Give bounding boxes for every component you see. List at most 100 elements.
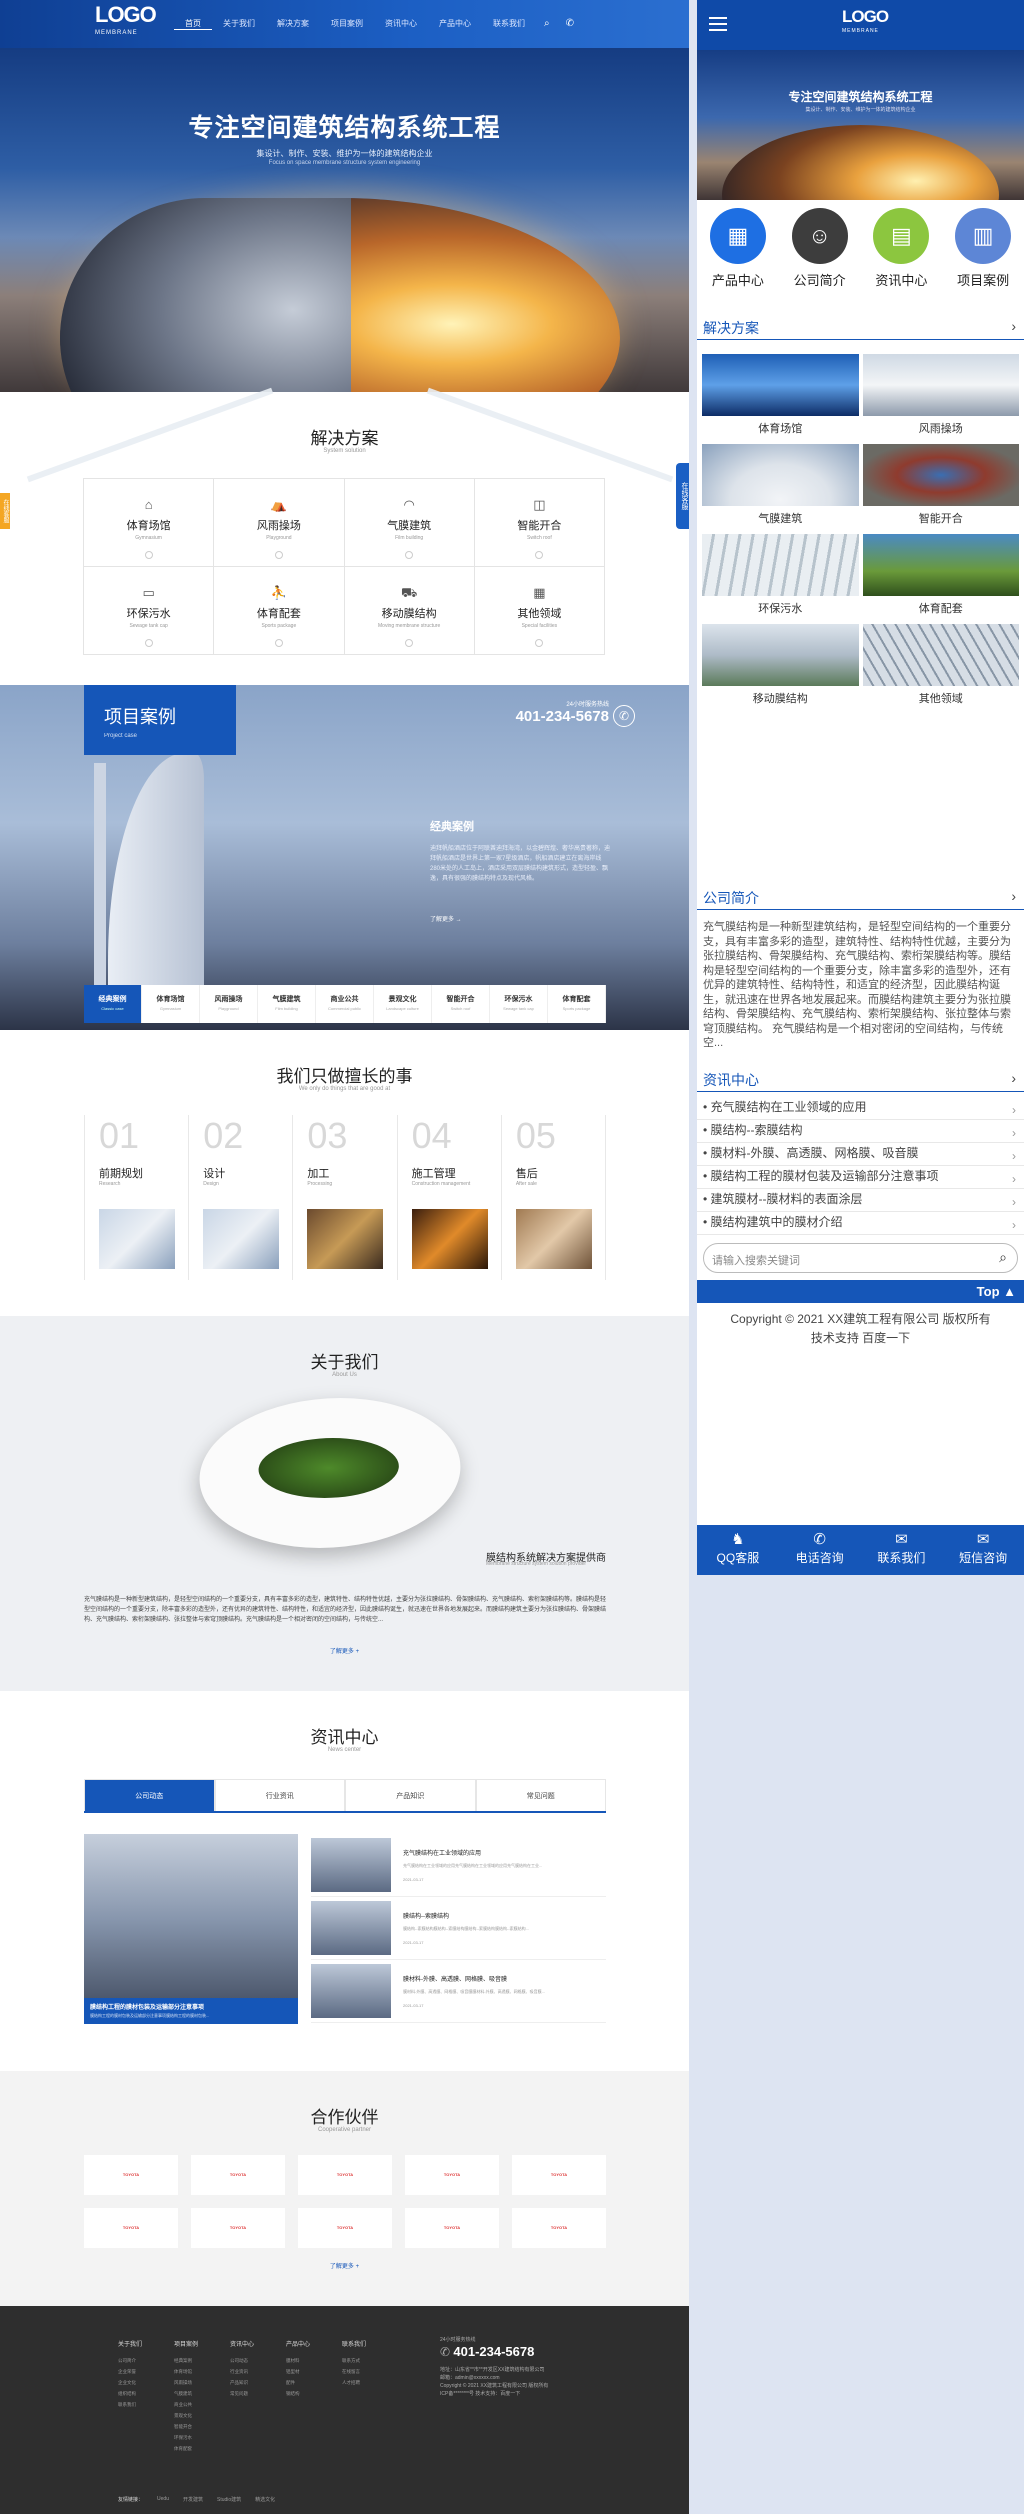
friend-link[interactable]: Studio建筑 — [217, 2496, 241, 2503]
back-to-top-button[interactable]: Top ▲ — [697, 1280, 1024, 1303]
footer-link[interactable]: 景观文化 — [174, 2413, 210, 2419]
footer-link[interactable]: 风雨操场 — [174, 2380, 210, 2386]
float-service-left[interactable]: 在线客服 — [0, 493, 10, 529]
logo[interactable]: LOGO MEMBRANE — [95, 4, 157, 42]
friend-link[interactable]: 开发建筑 — [183, 2496, 203, 2503]
quick-link[interactable]: ▦ 产品中心 — [709, 208, 766, 300]
more-link[interactable]: 了解更多 + — [0, 2261, 689, 2270]
news-tab[interactable]: 行业资讯 — [214, 1779, 345, 1811]
footer-link[interactable]: 铝型材 — [286, 2369, 322, 2375]
case-tab[interactable]: 智能开合 Switch roof — [432, 985, 490, 1023]
news-row[interactable]: 充气膜结构在工业领域的应用 充气膜结构在工业领域的应用充气膜结构在工业领域的应用充… — [311, 1834, 606, 1897]
case-tab[interactable]: 气膜建筑 Film building — [258, 985, 316, 1023]
partner-logo[interactable]: TOYOTA — [84, 2208, 178, 2248]
footer-link[interactable]: 体育配套 — [174, 2446, 210, 2452]
partner-logo[interactable]: TOYOTA — [405, 2155, 499, 2195]
case-tab[interactable]: 环保污水 Sewage tank cap — [490, 985, 548, 1023]
news-row[interactable]: • 充气膜结构在工业领域的应用 — [697, 1097, 1024, 1120]
quick-link[interactable]: ▥ 项目案例 — [955, 208, 1012, 300]
solution-card[interactable]: 气膜建筑 — [702, 444, 859, 526]
partner-logo[interactable]: TOYOTA — [512, 2155, 606, 2195]
nav-item-products[interactable]: 产品中心 — [428, 18, 482, 30]
footer-link[interactable]: 行业资讯 — [230, 2369, 266, 2375]
more-link[interactable]: 了解更多 + — [0, 1646, 689, 1655]
solution-card[interactable]: ▦ 其他领域 Special facilities — [474, 567, 605, 655]
footer-link[interactable]: 企业荣誉 — [118, 2369, 154, 2375]
bar-button-contact[interactable]: ✉ 联系我们 — [861, 1525, 943, 1575]
news-row[interactable]: • 膜结构--索膜结构 — [697, 1120, 1024, 1143]
case-tab[interactable]: 经典案例 Classic case — [84, 985, 142, 1023]
footer-link[interactable]: 企业文化 — [118, 2380, 154, 2386]
nav-item-contact[interactable]: 联系我们 — [482, 18, 536, 30]
mobile-section-head[interactable]: 解决方案 › — [697, 318, 1024, 340]
search-icon[interactable]: ⌕ — [999, 1249, 1007, 1266]
partner-logo[interactable]: TOYOTA — [191, 2155, 285, 2195]
solution-card[interactable]: ◠ 气膜建筑 Film building — [344, 479, 475, 567]
menu-icon[interactable] — [709, 17, 727, 31]
nav-item-home[interactable]: 首页 — [174, 18, 212, 30]
solution-card[interactable]: 风雨操场 — [862, 354, 1019, 436]
footer-link[interactable]: 联系方式 — [342, 2358, 378, 2364]
solution-card[interactable]: 体育场馆 — [702, 354, 859, 436]
bar-button-sms[interactable]: ✉ 短信咨询 — [942, 1525, 1024, 1575]
nav-item-news[interactable]: 资讯中心 — [374, 18, 428, 30]
news-row[interactable]: • 膜结构建筑中的膜材介绍 — [697, 1212, 1024, 1235]
case-tab[interactable]: 体育配套 Sports package — [548, 985, 606, 1023]
footer-link[interactable]: 经典案例 — [174, 2358, 210, 2364]
partner-logo[interactable]: TOYOTA — [512, 2208, 606, 2248]
bar-button-qq[interactable]: ♞ QQ客服 — [697, 1525, 779, 1575]
footer-link[interactable]: 在线留言 — [342, 2369, 378, 2375]
footer-link[interactable]: 环保污水 — [174, 2435, 210, 2441]
footer-link[interactable]: 体育场馆 — [174, 2369, 210, 2375]
partner-logo[interactable]: TOYOTA — [191, 2208, 285, 2248]
mobile-section-head[interactable]: 资讯中心 › — [697, 1070, 1024, 1092]
solution-card[interactable]: 体育配套 — [862, 534, 1019, 616]
footer-link[interactable]: 常见问题 — [230, 2391, 266, 2397]
footer-link[interactable]: 配件 — [286, 2380, 322, 2386]
solution-card[interactable]: 智能开合 — [862, 444, 1019, 526]
solution-card[interactable]: 环保污水 — [702, 534, 859, 616]
footer-link[interactable]: 联系我们 — [118, 2402, 154, 2408]
footer-link[interactable]: 钢结构 — [286, 2391, 322, 2397]
news-row[interactable]: 膜材料-外膜、高透膜、网格膜、吸音膜 膜材料-外膜、高透膜、网格膜、吸音膜膜材料-… — [311, 1960, 606, 2023]
footer-link[interactable]: 公司简介 — [118, 2358, 154, 2364]
news-tab[interactable]: 常见问题 — [475, 1779, 606, 1811]
solution-card[interactable]: ⛟ 移动膜结构 Moving membrane structure — [344, 567, 475, 655]
footer-link[interactable]: 智能开合 — [174, 2424, 210, 2430]
nav-item-about[interactable]: 关于我们 — [212, 18, 266, 30]
phone-icon[interactable]: ✆ — [566, 18, 574, 29]
logo[interactable]: LOGO MEMBRANE — [842, 8, 889, 38]
featured-news[interactable]: 膜结构工程的膜材包装及运输部分注意事项 膜结构工程的膜材包装及运输部分注意事项膜结… — [84, 1834, 298, 2024]
mobile-section-head[interactable]: 公司简介 › — [697, 888, 1024, 910]
news-tab[interactable]: 公司动态 — [84, 1779, 215, 1811]
solution-card[interactable]: 其他领域 — [862, 624, 1019, 706]
quick-link[interactable]: ▤ 资讯中心 — [873, 208, 930, 300]
friend-link[interactable]: Uedu — [157, 2496, 169, 2503]
solution-card[interactable]: ⛺ 风雨操场 Playground — [214, 479, 345, 567]
news-row[interactable]: • 膜材料-外膜、高透膜、网格膜、吸音膜 — [697, 1143, 1024, 1166]
search-icon[interactable]: ⌕ — [544, 18, 550, 29]
footer-link[interactable]: 人才招聘 — [342, 2380, 378, 2386]
case-tab[interactable]: 景观文化 Landscape culture — [374, 985, 432, 1023]
footer-link[interactable]: 膜材料 — [286, 2358, 322, 2364]
footer-link[interactable]: 产品知识 — [230, 2380, 266, 2386]
solution-card[interactable]: ⛹ 体育配套 Sports package — [214, 567, 345, 655]
case-tab[interactable]: 体育场馆 Gymnasium — [142, 985, 200, 1023]
footer-link[interactable]: 组织结构 — [118, 2391, 154, 2397]
nav-item-solutions[interactable]: 解决方案 — [266, 18, 320, 30]
footer-link[interactable]: 商业公共 — [174, 2402, 210, 2408]
partner-logo[interactable]: TOYOTA — [298, 2208, 392, 2248]
friend-link[interactable]: 精选文化 — [255, 2496, 275, 2503]
footer-link[interactable]: 气膜建筑 — [174, 2391, 210, 2397]
news-tab[interactable]: 产品知识 — [345, 1779, 476, 1811]
partner-logo[interactable]: TOYOTA — [298, 2155, 392, 2195]
solution-card[interactable]: ▭ 环保污水 Sewage tank cap — [84, 567, 215, 655]
solution-card[interactable]: 移动膜结构 — [702, 624, 859, 706]
solution-card[interactable]: ⌂ 体育场馆 Gymnasium — [84, 479, 215, 567]
case-tab[interactable]: 风雨操场 Playground — [200, 985, 258, 1023]
solution-card[interactable]: ◫ 智能开合 Switch roof — [474, 479, 605, 567]
footer-link[interactable]: 公司动态 — [230, 2358, 266, 2364]
float-service-right[interactable]: 在线客服 — [676, 463, 689, 529]
news-row[interactable]: 膜结构--索膜结构 膜结构--索膜结构膜结构--索膜结构膜结构--索膜结构膜结构-… — [311, 1897, 606, 1960]
case-tab[interactable]: 商业公共 Commercial public — [316, 985, 374, 1023]
